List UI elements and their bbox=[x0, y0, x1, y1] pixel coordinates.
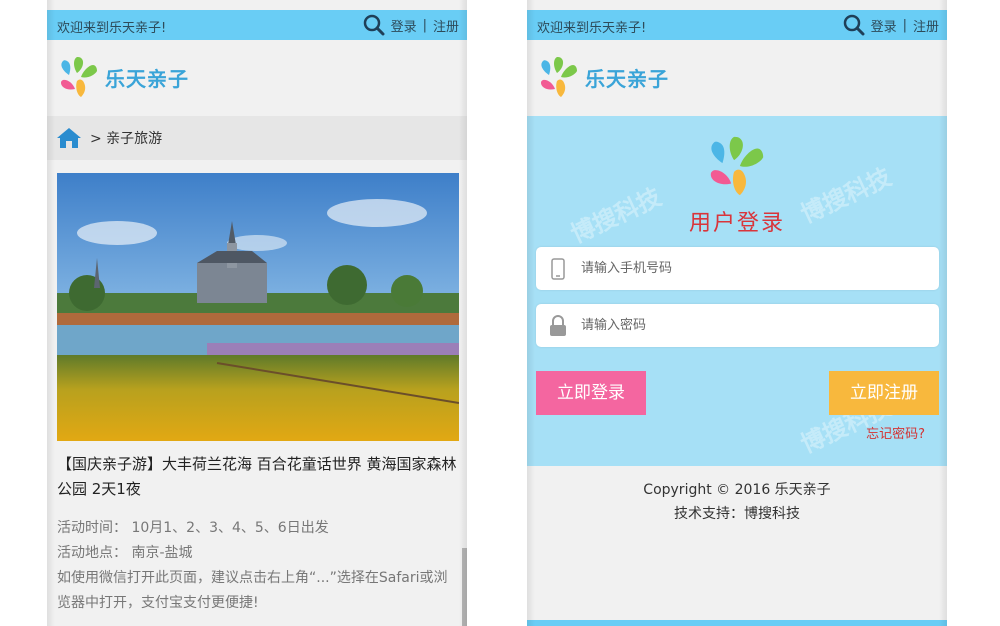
edge-shadow bbox=[47, 0, 55, 626]
breadcrumb-text[interactable]: > 亲子旅游 bbox=[90, 128, 162, 148]
lock-icon bbox=[548, 315, 568, 337]
tech-support: 技术支持：博搜科技 bbox=[674, 506, 800, 522]
login-logo-mark bbox=[702, 134, 772, 198]
welcome-text: 欢迎来到乐天亲子! bbox=[537, 21, 647, 36]
activity-time: 活动时间： 10月1、2、3、4、5、6日出发 bbox=[57, 520, 329, 536]
browser-tip: 如使用微信打开此页面，建议点击右上角“...”选择在Safari或浏览器中打开，… bbox=[57, 570, 448, 611]
article-photo[interactable] bbox=[57, 173, 459, 441]
breadcrumb: > 亲子旅游 bbox=[47, 116, 467, 160]
register-link[interactable]: 注册 bbox=[913, 16, 939, 35]
edge-shadow bbox=[459, 0, 467, 626]
phone-input[interactable] bbox=[581, 247, 921, 290]
left-screen: 欢迎来到乐天亲子! 登录 | 注册 乐天亲子 > 亲子旅游 【国庆亲子游】大丰荷… bbox=[47, 0, 467, 626]
footer: Copyright © 2016 乐天亲子 技术支持：博搜科技 bbox=[527, 478, 947, 526]
register-button[interactable]: 立即注册 bbox=[829, 371, 939, 415]
edge-shadow bbox=[939, 0, 947, 626]
right-screen: 欢迎来到乐天亲子! 登录 | 注册 乐天亲子 博搜科技 博搜科技 博搜科技 用户… bbox=[527, 0, 947, 626]
bottom-strip bbox=[527, 620, 947, 626]
password-input[interactable] bbox=[581, 304, 921, 347]
welcome-text: 欢迎来到乐天亲子! bbox=[57, 21, 167, 36]
site-logo[interactable]: 乐天亲子 bbox=[57, 55, 189, 99]
logo-mark bbox=[537, 55, 581, 99]
register-link[interactable]: 注册 bbox=[433, 16, 459, 35]
login-title: 用户登录 bbox=[688, 211, 785, 236]
login-link[interactable]: 登录 bbox=[871, 16, 897, 35]
logo-name: 乐天亲子 bbox=[585, 66, 669, 91]
logo-mark bbox=[57, 55, 101, 99]
separator: | bbox=[902, 17, 907, 33]
site-logo[interactable]: 乐天亲子 bbox=[537, 55, 669, 99]
forgot-password-link[interactable]: 忘记密码? bbox=[866, 423, 925, 442]
top-bar: 欢迎来到乐天亲子! 登录 | 注册 bbox=[527, 10, 947, 40]
separator: | bbox=[422, 17, 427, 33]
logo-name: 乐天亲子 bbox=[105, 66, 189, 91]
phone-icon bbox=[548, 258, 568, 280]
article-title[interactable]: 【国庆亲子游】大丰荷兰花海 百合花童话世界 黄海国家森林公园 2天1夜 bbox=[57, 452, 459, 502]
login-button[interactable]: 立即登录 bbox=[536, 371, 646, 415]
login-link[interactable]: 登录 bbox=[391, 16, 417, 35]
password-field[interactable] bbox=[536, 304, 939, 347]
copyright: Copyright © 2016 乐天亲子 bbox=[643, 482, 831, 498]
search-icon[interactable] bbox=[843, 14, 865, 36]
home-icon[interactable] bbox=[56, 127, 82, 149]
edge-shadow bbox=[527, 0, 535, 626]
search-icon[interactable] bbox=[363, 14, 385, 36]
article-info: 活动时间： 10月1、2、3、4、5、6日出发 活动地点： 南京-盐城 如使用微… bbox=[57, 516, 459, 616]
phone-field[interactable] bbox=[536, 247, 939, 290]
activity-location: 活动地点： 南京-盐城 bbox=[57, 545, 193, 561]
top-bar: 欢迎来到乐天亲子! 登录 | 注册 bbox=[47, 10, 467, 40]
